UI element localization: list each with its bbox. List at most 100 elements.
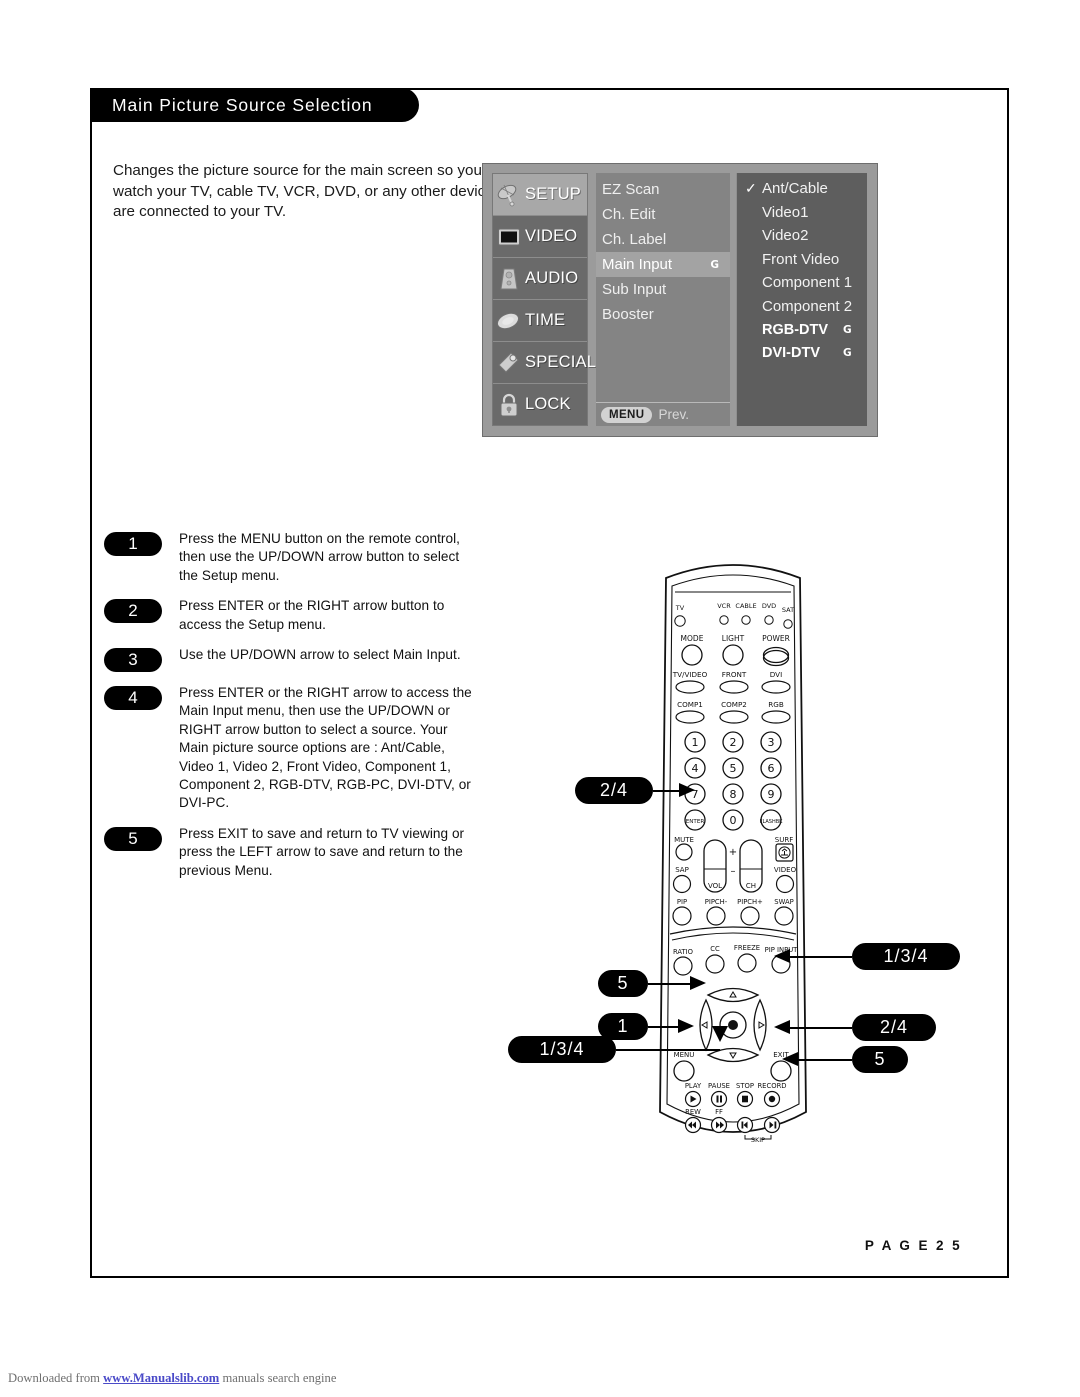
osd-setup-submenu: EZ Scan Ch. Edit Ch. Label Main Input G … xyxy=(596,173,730,426)
remote-button-dvi xyxy=(761,680,791,694)
step-text: Press ENTER or the RIGHT arrow to access… xyxy=(179,685,472,811)
remote-label-comp2: COMP2 xyxy=(721,700,747,709)
remote-led-label-tv: TV xyxy=(675,604,685,612)
svg-text:5: 5 xyxy=(730,762,737,775)
osd-category-special[interactable]: SPECIAL xyxy=(493,342,596,384)
svg-text:FLASHBK: FLASHBK xyxy=(760,819,784,825)
step-item: 4 Press ENTER or the RIGHT arrow to acce… xyxy=(104,684,474,813)
remote-label-sap: SAP xyxy=(675,866,689,874)
remote-label-ch: CH xyxy=(746,882,756,890)
remote-button-pause xyxy=(710,1090,728,1108)
remote-label-plus: + xyxy=(729,847,737,858)
page-title: Main Picture Source Selection xyxy=(112,94,373,115)
remote-button-pip xyxy=(672,906,692,926)
osd-source-component2[interactable]: Component 2 xyxy=(737,295,867,319)
remote-button-front xyxy=(719,680,749,694)
step-item: 3 Use the UP/DOWN arrow to select Main I… xyxy=(104,646,474,673)
step-number-badge: 2 xyxy=(104,599,162,624)
remote-label-play: PLAY xyxy=(685,1082,702,1090)
remote-label-skip: SKIP xyxy=(751,1136,765,1144)
remote-button-comp2 xyxy=(719,710,749,724)
osd-item-label: Ch. Label xyxy=(602,231,667,248)
callout-line-dpad-right xyxy=(790,1027,852,1029)
remote-label-freeze: FREEZE xyxy=(734,944,760,952)
osd-item-ez-scan[interactable]: EZ Scan xyxy=(596,177,730,202)
osd-source-label: RGB-DTV xyxy=(762,321,829,338)
osd-category-lock[interactable]: LOCK xyxy=(493,384,587,425)
remote-label-ff: FF xyxy=(715,1108,723,1116)
callout-line-exit xyxy=(798,1059,852,1061)
osd-category-label: SETUP xyxy=(525,185,582,203)
remote-dpad-center-dot xyxy=(728,1020,738,1030)
osd-source-ant-cable[interactable]: ✓ Ant/Cable xyxy=(737,177,867,201)
page-title-banner: Main Picture Source Selection xyxy=(90,88,419,122)
remote-label-pip-input: PIP INPUT xyxy=(765,946,799,954)
remote-button-pip-input xyxy=(771,954,791,974)
remote-label-record: RECORD xyxy=(757,1082,786,1090)
osd-item-sub-input[interactable]: Sub Input xyxy=(596,277,730,302)
osd-source-front-video[interactable]: Front Video xyxy=(737,248,867,272)
remote-label-mode: MODE xyxy=(681,634,704,643)
remote-button-pipch-plus xyxy=(740,906,760,926)
osd-item-booster[interactable]: Booster xyxy=(596,302,730,327)
osd-source-label: Video1 xyxy=(762,203,809,221)
remote-label-tv-video: TV/VIDEO xyxy=(672,670,708,679)
menu-button-pill[interactable]: MENU xyxy=(601,406,653,423)
remote-label-light: LIGHT xyxy=(722,634,745,643)
callout-line-dpad-left xyxy=(648,983,690,985)
osd-item-label: Sub Input xyxy=(602,281,667,298)
remote-label-power: POWER xyxy=(762,634,790,643)
osd-source-rgb-dtv[interactable]: RGB-DTV G xyxy=(737,318,867,342)
step-item: 5 Press EXIT to save and return to TV vi… xyxy=(104,825,474,880)
osd-category-label: VIDEO xyxy=(525,227,578,245)
check-icon: ✓ xyxy=(745,180,757,197)
svg-text:6: 6 xyxy=(768,762,775,775)
svg-text:0: 0 xyxy=(730,814,737,827)
callout-line-dpad-down xyxy=(616,1049,720,1051)
remote-button-mute xyxy=(675,843,693,861)
remote-label-menu: MENU xyxy=(674,1051,695,1059)
osd-category-video[interactable]: VIDEO xyxy=(493,216,587,258)
remote-button-ratio xyxy=(673,956,693,976)
osd-source-video2[interactable]: Video2 xyxy=(737,224,867,248)
svg-text:3: 3 xyxy=(768,736,775,749)
osd-source-dvi-dtv[interactable]: DVI-DTV G xyxy=(737,342,867,366)
page-number: P A G E 2 5 xyxy=(864,1238,962,1253)
step-item: 1 Press the MENU button on the remote co… xyxy=(104,530,474,585)
svg-text:7: 7 xyxy=(692,788,699,801)
manualslib-link[interactable]: www.Manualslib.com xyxy=(103,1371,219,1385)
osd-menu-prev-bar[interactable]: MENU Prev. xyxy=(596,402,730,426)
svg-text:4: 4 xyxy=(692,762,699,775)
osd-category-audio[interactable]: AUDIO xyxy=(493,258,587,300)
download-footer: Downloaded from www.Manualslib.com manua… xyxy=(8,1371,336,1386)
step-text: Press EXIT to save and return to TV view… xyxy=(179,825,465,878)
osd-source-video1[interactable]: Video1 xyxy=(737,201,867,225)
osd-category-label: LOCK xyxy=(525,395,571,413)
remote-button-light xyxy=(722,644,744,666)
remote-button-menu xyxy=(673,1060,695,1082)
step-number-badge: 3 xyxy=(104,648,162,673)
osd-category-setup[interactable]: SETUP xyxy=(493,174,587,216)
osd-category-label: AUDIO xyxy=(525,269,579,287)
remote-led-label-cable: CABLE xyxy=(735,602,756,610)
osd-category-time[interactable]: TIME xyxy=(493,300,587,342)
osd-source-label: Video2 xyxy=(762,227,809,245)
osd-category-label: TIME xyxy=(525,311,566,329)
remote-led-label-vcr: VCR xyxy=(717,602,731,610)
osd-source-label: Component 1 xyxy=(762,274,853,292)
remote-label-cc: CC xyxy=(710,945,720,953)
step-number-badge: 5 xyxy=(104,826,162,851)
remote-button-rgb xyxy=(761,710,791,724)
osd-menu: SETUP VIDEO AUDIO TIME SPECIAL LOCK EZ S… xyxy=(482,163,878,437)
callout-exit: 5 xyxy=(852,1046,908,1073)
remote-label-pipch-plus: PIPCH+ xyxy=(737,898,763,906)
remote-button-exit xyxy=(770,1060,792,1082)
callout-dpad-up: 1/3/4 xyxy=(852,943,960,970)
osd-item-main-input[interactable]: Main Input G xyxy=(596,252,730,277)
osd-item-ch-edit[interactable]: Ch. Edit xyxy=(596,202,730,227)
osd-item-ch-label[interactable]: Ch. Label xyxy=(596,227,730,252)
key-tag-icon xyxy=(496,350,522,376)
remote-label-surf: SURF xyxy=(775,836,793,844)
osd-source-component1[interactable]: Component 1 xyxy=(737,271,867,295)
remote-button-tv-video xyxy=(675,680,705,694)
